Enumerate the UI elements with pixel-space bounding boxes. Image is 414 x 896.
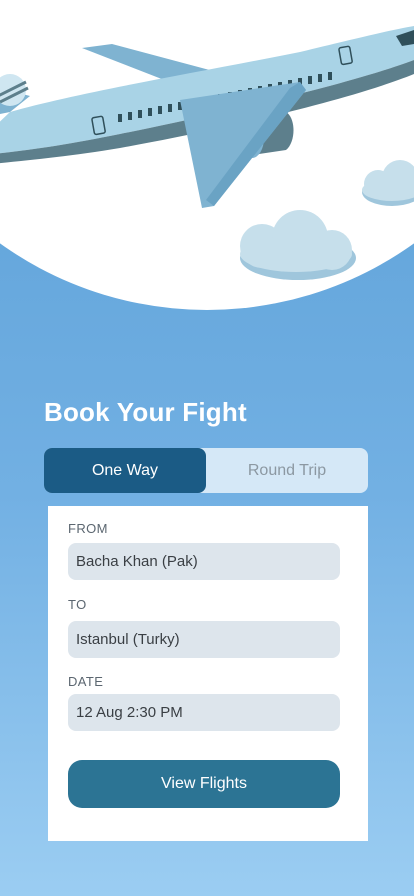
- hero-illustration: [0, 0, 414, 310]
- page-title: Book Your Fight: [44, 397, 247, 427]
- view-flights-button[interactable]: View Flights: [68, 760, 340, 808]
- to-field[interactable]: Istanbul (Turky): [68, 621, 340, 658]
- trip-type-toggle: One Way Round Trip: [44, 448, 368, 493]
- booking-form: FROM Bacha Khan (Pak) TO Istanbul (Turky…: [48, 506, 368, 841]
- airplane-illustration: [0, 26, 414, 280]
- cloud-icon: [362, 160, 414, 206]
- date-label: DATE: [68, 674, 104, 689]
- cloud-icon: [240, 210, 356, 280]
- booking-screen: Book Your Fight One Way Round Trip FROM …: [0, 0, 414, 896]
- from-label: FROM: [68, 521, 108, 536]
- airplane-icon: [0, 26, 414, 208]
- one-way-tab[interactable]: One Way: [44, 448, 206, 493]
- to-label: TO: [68, 597, 87, 612]
- date-field[interactable]: 12 Aug 2:30 PM: [68, 694, 340, 731]
- round-trip-tab[interactable]: Round Trip: [206, 448, 368, 493]
- from-field[interactable]: Bacha Khan (Pak): [68, 543, 340, 580]
